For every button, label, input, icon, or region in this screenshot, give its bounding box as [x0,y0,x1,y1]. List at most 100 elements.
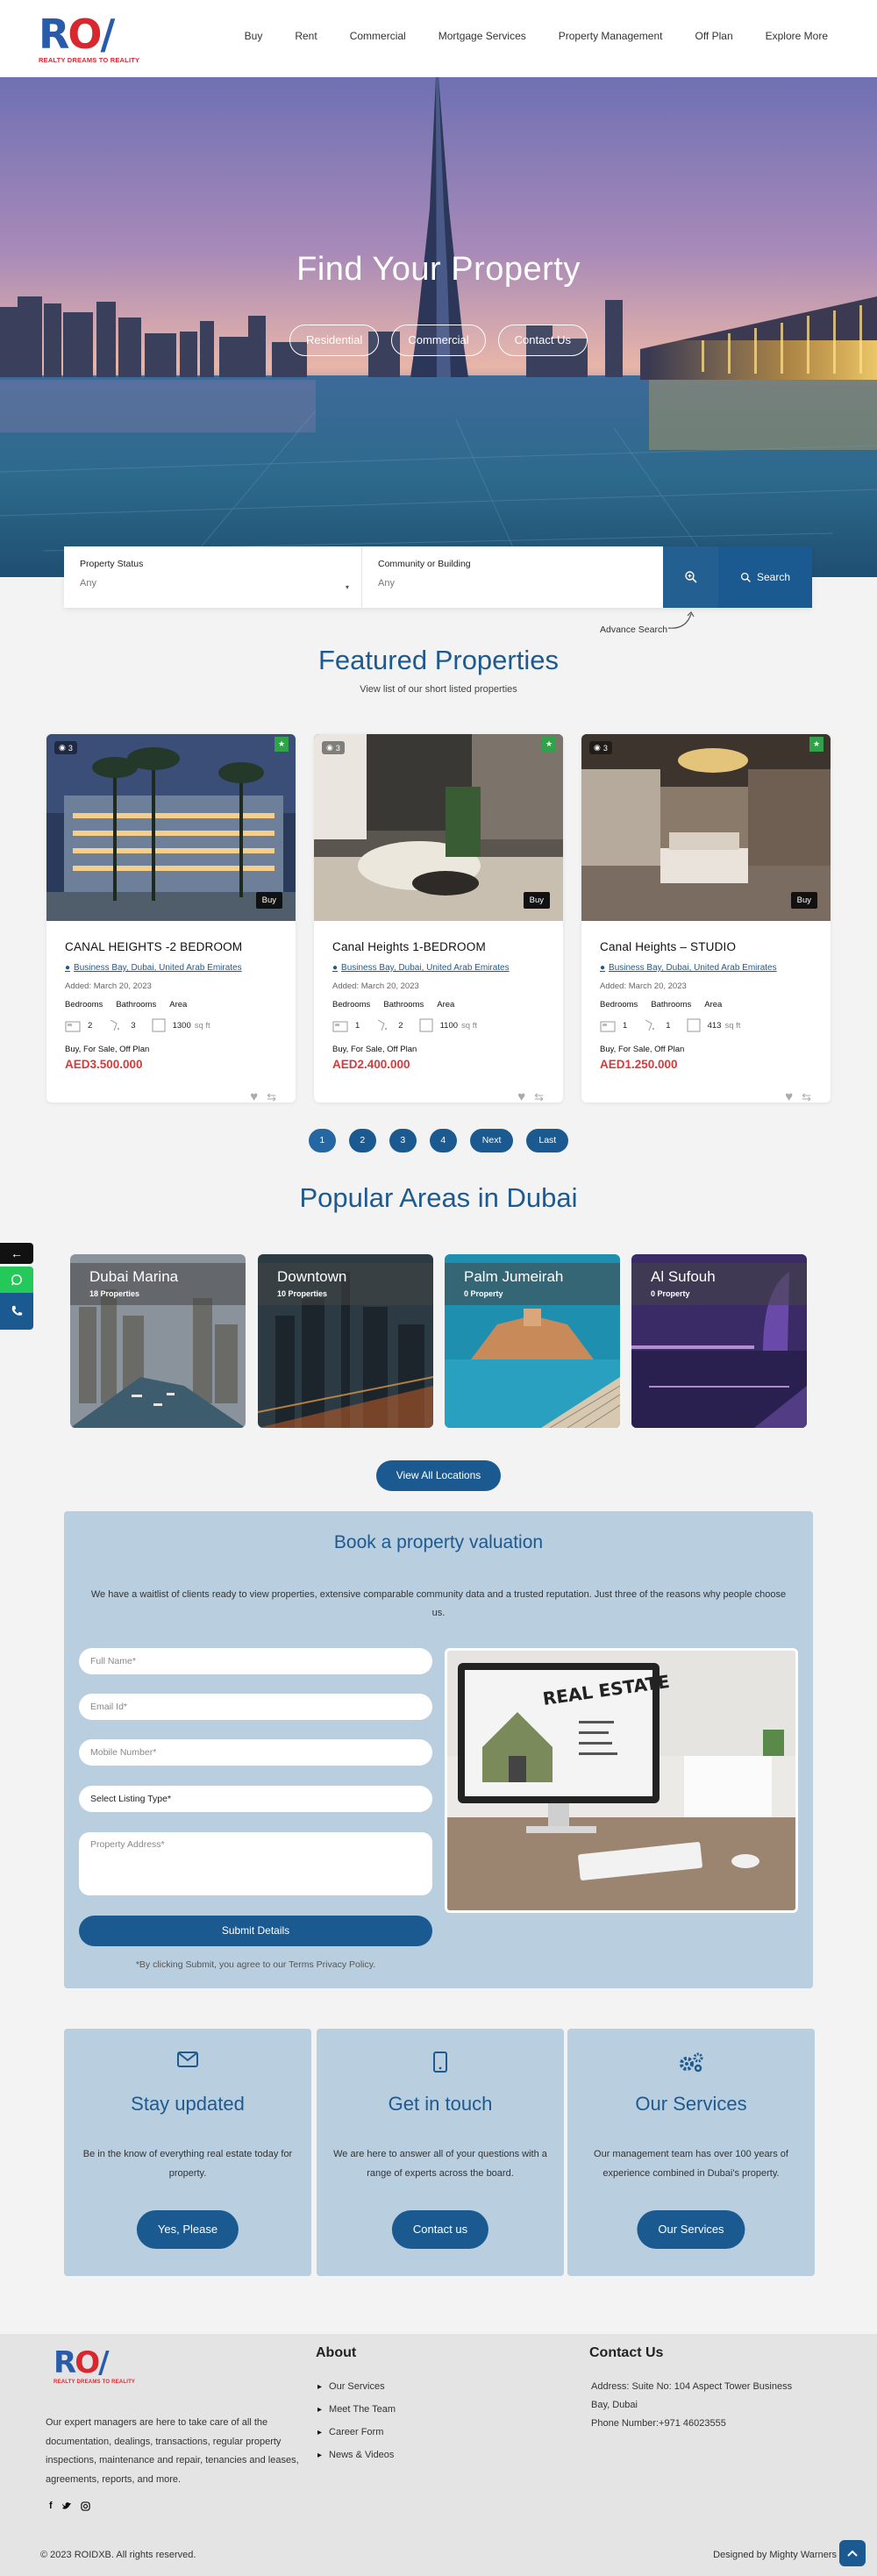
bedrooms-heading: Bedrooms [65,1000,103,1010]
phone-icon[interactable] [0,1293,33,1330]
get-in-touch-card: Get in touch We are here to answer all o… [317,2029,564,2276]
property-photo[interactable]: ◉ 3 ★ Buy [46,734,296,921]
property-card[interactable]: ◉ 3 ★ Buy CANAL HEIGHTS -2 BEDROOM ● Busin… [46,734,296,1102]
stat-headings: Bedrooms Bathrooms Area [600,1000,812,1010]
property-location[interactable]: ● Business Bay, Dubai, United Arab Emirat… [65,963,277,973]
location-text: Business Bay, Dubai, United Arab Emirate… [609,963,777,973]
area-card-al-sufouh[interactable]: Al Sufouh 0 Property [631,1254,807,1428]
bathrooms-heading: Bathrooms [383,1000,424,1010]
map-pin-icon: ● [600,963,606,973]
nav-rent[interactable]: Rent [295,30,317,42]
nav-mortgage-services[interactable]: Mortgage Services [438,30,526,42]
footer-link-meet-the-team[interactable]: Meet The Team [317,2398,396,2421]
compare-icon[interactable]: ⇆ [267,1090,276,1103]
collapse-arrow-icon[interactable]: ← [0,1243,33,1264]
valuation-section: Book a property valuation We have a wait… [64,1511,813,1988]
page-4-button[interactable]: 4 [429,1129,457,1152]
facebook-icon[interactable]: f [49,2501,53,2511]
area-card-dubai-marina[interactable]: Dubai Marina 18 Properties [70,1254,246,1428]
nav-off-plan[interactable]: Off Plan [695,30,732,42]
designer-credit[interactable]: Designed by Mighty Warners [713,2550,837,2560]
card-actions: ♥ ⇆ [785,1089,811,1102]
nav-commercial[interactable]: Commercial [350,30,406,42]
nav-buy[interactable]: Buy [245,30,263,42]
twitter-icon[interactable] [61,2501,72,2510]
page-3-button[interactable]: 3 [389,1129,417,1152]
property-photo[interactable]: ◉ 3 ★ Buy [314,734,563,921]
footer-link-news-videos[interactable]: News & Videos [317,2444,396,2466]
community-label: Community or Building [378,559,471,569]
heart-icon[interactable]: ♥ [517,1089,525,1102]
back-to-top-button[interactable] [839,2540,866,2566]
curved-arrow-icon [667,611,695,629]
submit-details-button[interactable]: Submit Details [79,1916,432,1946]
footer-link-our-services[interactable]: Our Services [317,2375,396,2398]
footer-logo[interactable]: RO/ REALTY DREAMS TO REALITY [53,2348,135,2385]
real-estate-image: REAL ESTATE [445,1648,798,1913]
tab-residential[interactable]: Residential [289,325,380,356]
heart-icon[interactable]: ♥ [250,1089,258,1102]
envelope-icon [64,2052,311,2067]
last-page-button[interactable]: Last [526,1129,569,1152]
area-value: 1100 [439,1020,459,1031]
area-label: Downtown 10 Properties [258,1263,433,1305]
nav-property-management[interactable]: Property Management [559,30,663,42]
baths-value: 1 [666,1020,671,1031]
mobile-glyph [433,2052,447,2073]
full-name-field[interactable]: Full Name* [79,1648,432,1674]
area-name: Dubai Marina [89,1268,179,1285]
whatsapp-icon[interactable] [0,1267,33,1293]
advance-search-link[interactable]: Advance Search [600,624,667,635]
stat-values: 1 1 413 sq ft [600,1018,812,1032]
bathrooms-heading: Bathrooms [651,1000,692,1010]
photo-count-value: 3 [602,743,608,753]
search-button[interactable]: Search [718,546,812,608]
page-1-button[interactable]: 1 [308,1129,336,1152]
property-card[interactable]: ◉ 3 ★ Buy Canal Heights 1-BEDROOM ● Busine… [314,734,563,1102]
main-nav: Buy Rent Commercial Mortgage Services Pr… [212,30,828,42]
page-2-button[interactable]: 2 [348,1129,376,1152]
whatsapp-glyph [11,1274,22,1286]
property-price: AED3.500.000 [65,1058,143,1071]
brand-logo[interactable]: RO/ REALTY DREAMS TO REALITY [39,14,140,67]
next-page-button[interactable]: Next [469,1129,514,1152]
instagram-icon[interactable] [80,2501,90,2511]
listing-badge: Buy [790,892,817,909]
nav-explore-more[interactable]: Explore More [766,30,828,42]
location-text: Business Bay, Dubai, United Arab Emirate… [341,963,510,973]
advanced-search-button[interactable] [663,546,718,608]
property-photo[interactable]: ◉ 3 ★ Buy [581,734,831,921]
view-all-locations-button[interactable]: View All Locations [376,1460,501,1491]
heart-icon[interactable]: ♥ [785,1089,793,1102]
real-estate-monitor-illustration: REAL ESTATE [447,1651,795,1910]
logo-tagline: REALTY DREAMS TO REALITY [39,56,140,64]
mobile-number-field[interactable]: Mobile Number* [79,1739,432,1766]
tab-commercial[interactable]: Commercial [391,325,486,356]
search-icon [740,572,751,582]
property-card[interactable]: ◉ 3 ★ Buy Canal Heights – STUDIO ● Busines… [581,734,831,1102]
compare-icon[interactable]: ⇆ [802,1090,811,1103]
tab-contact-us[interactable]: Contact Us [497,325,588,356]
property-location[interactable]: ● Business Bay, Dubai, United Arab Emirat… [332,963,545,973]
compare-icon[interactable]: ⇆ [534,1090,544,1103]
property-address-field[interactable]: Property Address* [79,1832,432,1895]
property-title[interactable]: Canal Heights 1-BEDROOM [332,940,545,953]
area-card-palm-jumeirah[interactable]: Palm Jumeirah 0 Property [445,1254,620,1428]
social-links: f [49,2501,90,2511]
contact-us-button[interactable]: Contact us [391,2210,489,2249]
property-title[interactable]: CANAL HEIGHTS -2 BEDROOM [65,940,277,953]
listing-type-select[interactable]: Select Listing Type* [79,1786,432,1812]
yes-please-button[interactable]: Yes, Please [136,2210,239,2249]
area-unit: sq ft [194,1020,210,1031]
email-field[interactable]: Email Id* [79,1694,432,1720]
footer-link-career-form[interactable]: Career Form [317,2421,396,2444]
property-search-panel: Property Status Any ▾ Community or Build… [64,546,812,608]
community-input[interactable]: Community or Building Any [362,546,663,608]
area-card-downtown[interactable]: Downtown 10 Properties [258,1254,433,1428]
listing-badge: Buy [523,892,550,909]
property-title[interactable]: Canal Heights – STUDIO [600,940,812,953]
property-status-select[interactable]: Property Status Any ▾ [64,546,362,608]
our-services-button[interactable]: Our Services [637,2210,745,2249]
property-location[interactable]: ● Business Bay, Dubai, United Arab Emirat… [600,963,812,973]
bedrooms-heading: Bedrooms [332,1000,371,1010]
